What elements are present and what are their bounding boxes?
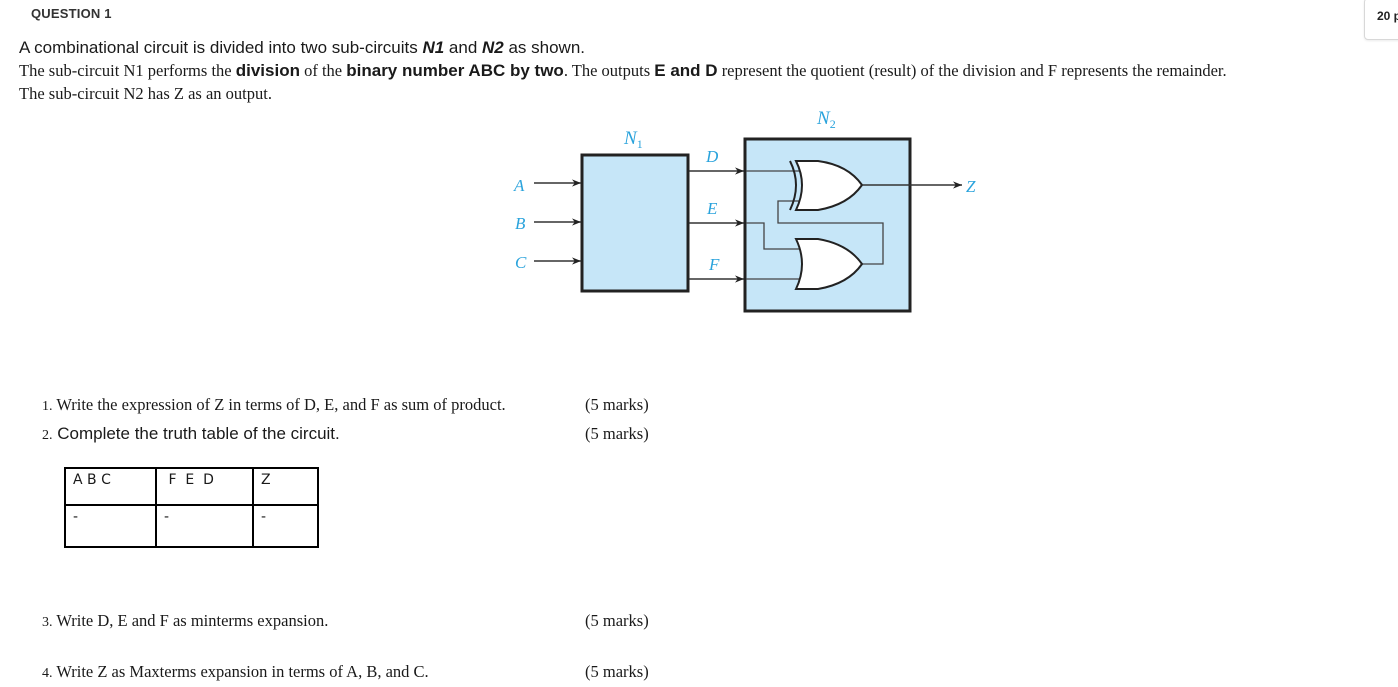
header-fed: F E D (155, 467, 254, 506)
intro-text: The sub-circuit N1 performs the (19, 61, 236, 80)
n1-label: N1 (623, 128, 643, 151)
output-label-z: Z (966, 177, 976, 196)
question-item-3: 3. Write D, E and F as minterms expansio… (42, 611, 328, 631)
binary-emphasis: binary number ABC by two (346, 61, 564, 80)
question-number: 4. (42, 666, 53, 681)
circuit-diagram: N1 A B C D E F N2 Z (513, 108, 976, 313)
cell-z[interactable]: - (252, 504, 319, 548)
question-number: 1. (42, 399, 53, 414)
truth-table: A B C F E D Z - - - (64, 467, 319, 548)
intro-text: and (444, 38, 482, 57)
points-value: 20 p (1377, 9, 1398, 23)
n2-ref: N2 (482, 38, 504, 57)
n1-ref: N1 (422, 38, 445, 57)
table-row: - - - (64, 504, 319, 548)
division-emphasis: division (235, 61, 300, 80)
question-number: 3. (42, 615, 53, 630)
question-item-2: 2. Complete the truth table of the circu… (42, 424, 340, 444)
question-text: Complete the truth table of the circuit. (52, 424, 340, 443)
n2-label: N2 (816, 108, 836, 131)
truth-table-header: A B C F E D Z (64, 467, 319, 506)
intro-text: of the (299, 61, 347, 80)
ed-emphasis: E and D (654, 61, 718, 80)
input-label-b: B (515, 214, 526, 233)
question-text: Write D, E and F as minterms expansion. (52, 611, 329, 630)
question-marks-3: (5 marks) (585, 611, 649, 630)
cell-fed[interactable]: - (155, 504, 254, 548)
intro-text: A combinational circuit is divided into … (19, 38, 423, 57)
question-item-4: 4. Write Z as Maxterms expansion in term… (42, 662, 429, 682)
question-text: Write the expression of Z in terms of D,… (52, 395, 506, 414)
intro-text: represent the quotient (result) of the d… (717, 61, 1227, 80)
header-z: Z (252, 467, 319, 506)
points-badge: 20 p (1364, 0, 1398, 40)
cell-abc[interactable]: - (64, 504, 157, 548)
intro-line-1: A combinational circuit is divided into … (19, 38, 585, 58)
input-label-a: A (513, 176, 525, 195)
n1-block (580, 153, 690, 293)
question-title: QUESTION 1 (31, 6, 112, 21)
question-text: Write Z as Maxterms expansion in terms o… (52, 662, 429, 681)
intro-text: . The outputs (563, 61, 655, 80)
input-label-c: C (515, 253, 527, 272)
intro-line-2: The sub-circuit N1 performs the division… (19, 61, 1227, 81)
question-number: 2. (42, 428, 53, 443)
intro-line-3: The sub-circuit N2 has Z as an output. (19, 84, 272, 103)
question-marks-4: (5 marks) (585, 662, 649, 681)
output-label-e: E (706, 199, 718, 218)
header-abc: A B C (64, 467, 157, 506)
output-label-f: F (708, 255, 720, 274)
intro-text: as shown. (503, 38, 585, 57)
question-item-1: 1. Write the expression of Z in terms of… (42, 395, 506, 415)
question-marks-1: (5 marks) (585, 395, 649, 414)
question-marks-2: (5 marks) (585, 424, 649, 443)
output-label-d: D (705, 147, 719, 166)
